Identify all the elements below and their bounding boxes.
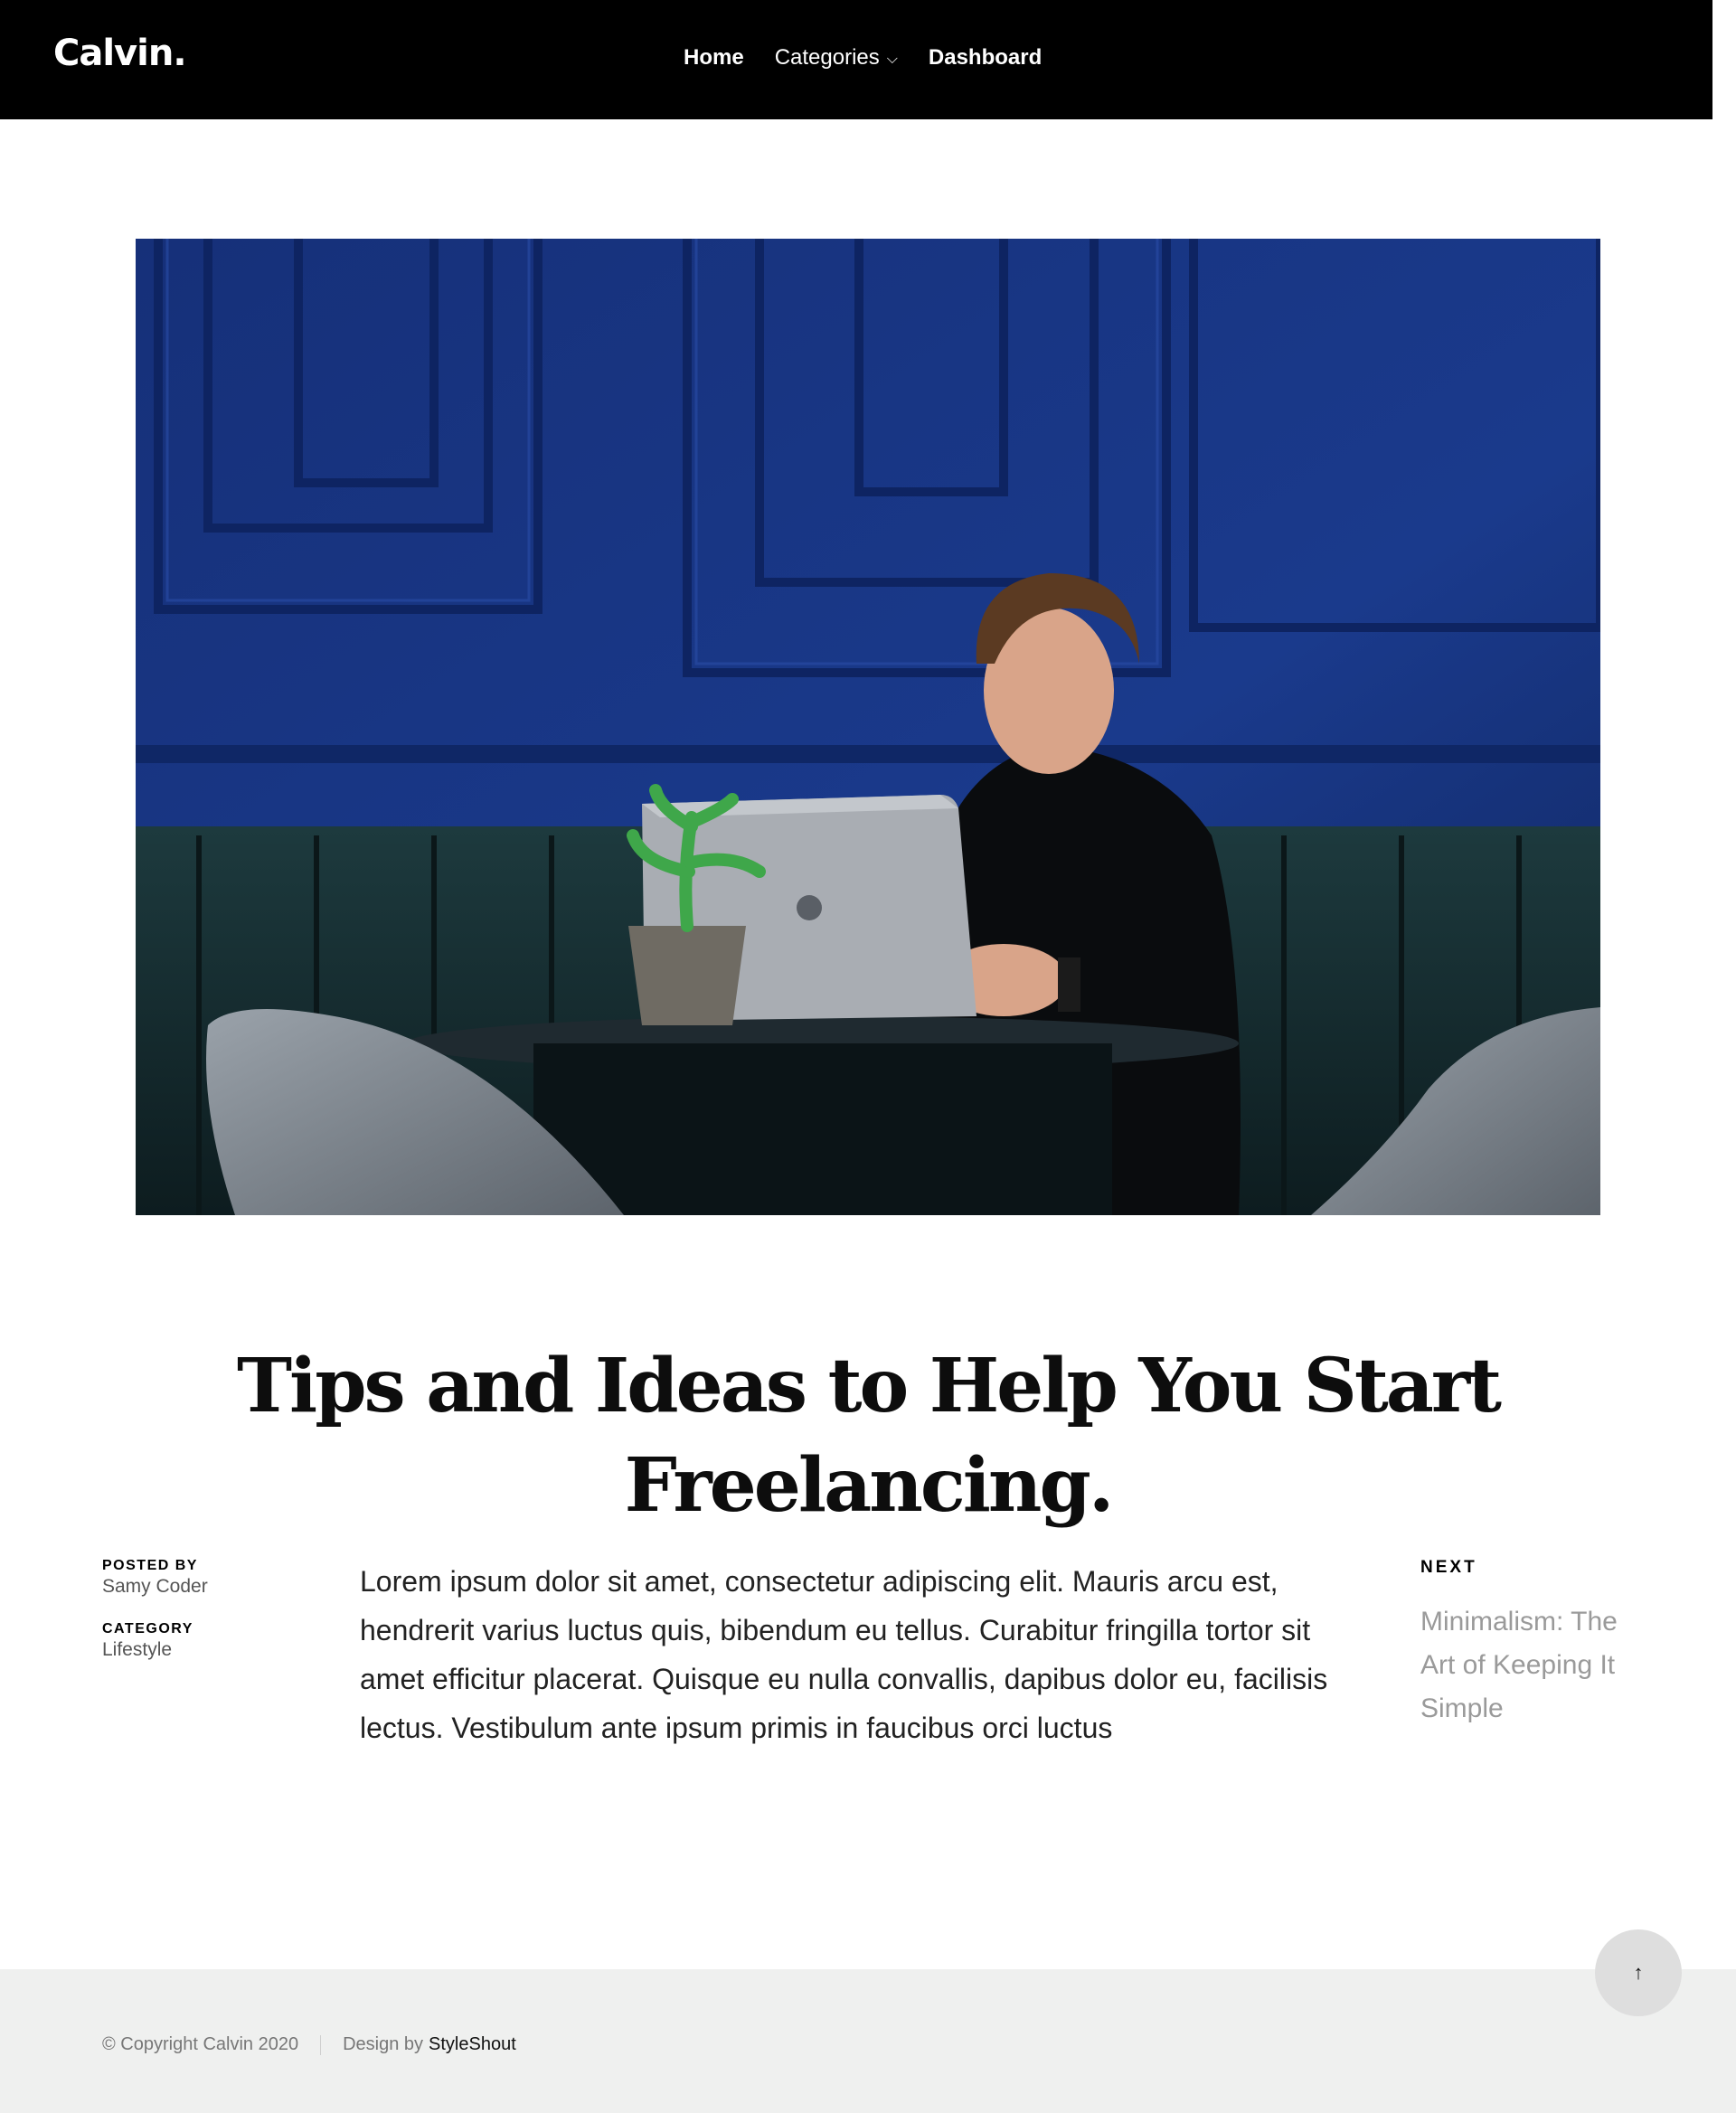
nav-dashboard-label: Dashboard [928,45,1043,70]
site-footer: © Copyright Calvin 2020 Design by StyleS… [0,1969,1736,2113]
hero-photo-illustration [136,239,1600,1215]
article-meta: POSTED BY Samy Coder CATEGORY Lifestyle [102,1557,208,1684]
design-by-text: Design by [343,2034,424,2054]
nav-categories[interactable]: Categories ⌵ [775,45,898,71]
next-label: NEXT [1420,1558,1477,1577]
article-title: Tips and Ideas to Help You Start Freelan… [237,1343,1502,1529]
main-nav: Home Categories ⌵ Dashboard [684,45,1072,71]
footer-row: © Copyright Calvin 2020 Design by StyleS… [102,2034,516,2055]
category-block: CATEGORY Lifestyle [102,1620,208,1662]
category-value: Lifestyle [102,1639,173,1660]
nav-dashboard[interactable]: Dashboard [929,45,1042,71]
article-body: Lorem ipsum dolor sit amet, consectetur … [360,1565,1328,1744]
site-logo[interactable]: Calvin. [53,33,187,74]
posted-by-label: POSTED BY [102,1558,198,1573]
arrow-up-icon: ↑ [1633,1961,1644,1984]
nav-home-label: Home [684,45,744,70]
next-post-link[interactable]: Minimalism: The Art of Keeping It Simple [1420,1600,1637,1731]
author-name: Samy Coder [102,1576,208,1597]
copyright-text: © Copyright Calvin 2020 [102,2034,299,2054]
posted-by-block: POSTED BY Samy Coder [102,1557,208,1599]
site-header: Calvin. Home Categories ⌵ Dashboard [0,0,1712,119]
category-label: CATEGORY [102,1621,193,1637]
next-post: NEXT Minimalism: The Art of Keeping It S… [1420,1557,1637,1731]
back-to-top-button[interactable]: ↑ [1595,1929,1682,2016]
footer-divider [320,2034,322,2055]
styleshout-link[interactable]: StyleShout [429,2034,516,2055]
hero-image [136,239,1600,1215]
chevron-down-icon: ⌵ [886,52,898,67]
nav-home[interactable]: Home [684,45,744,71]
nav-categories-label: Categories [774,45,880,70]
